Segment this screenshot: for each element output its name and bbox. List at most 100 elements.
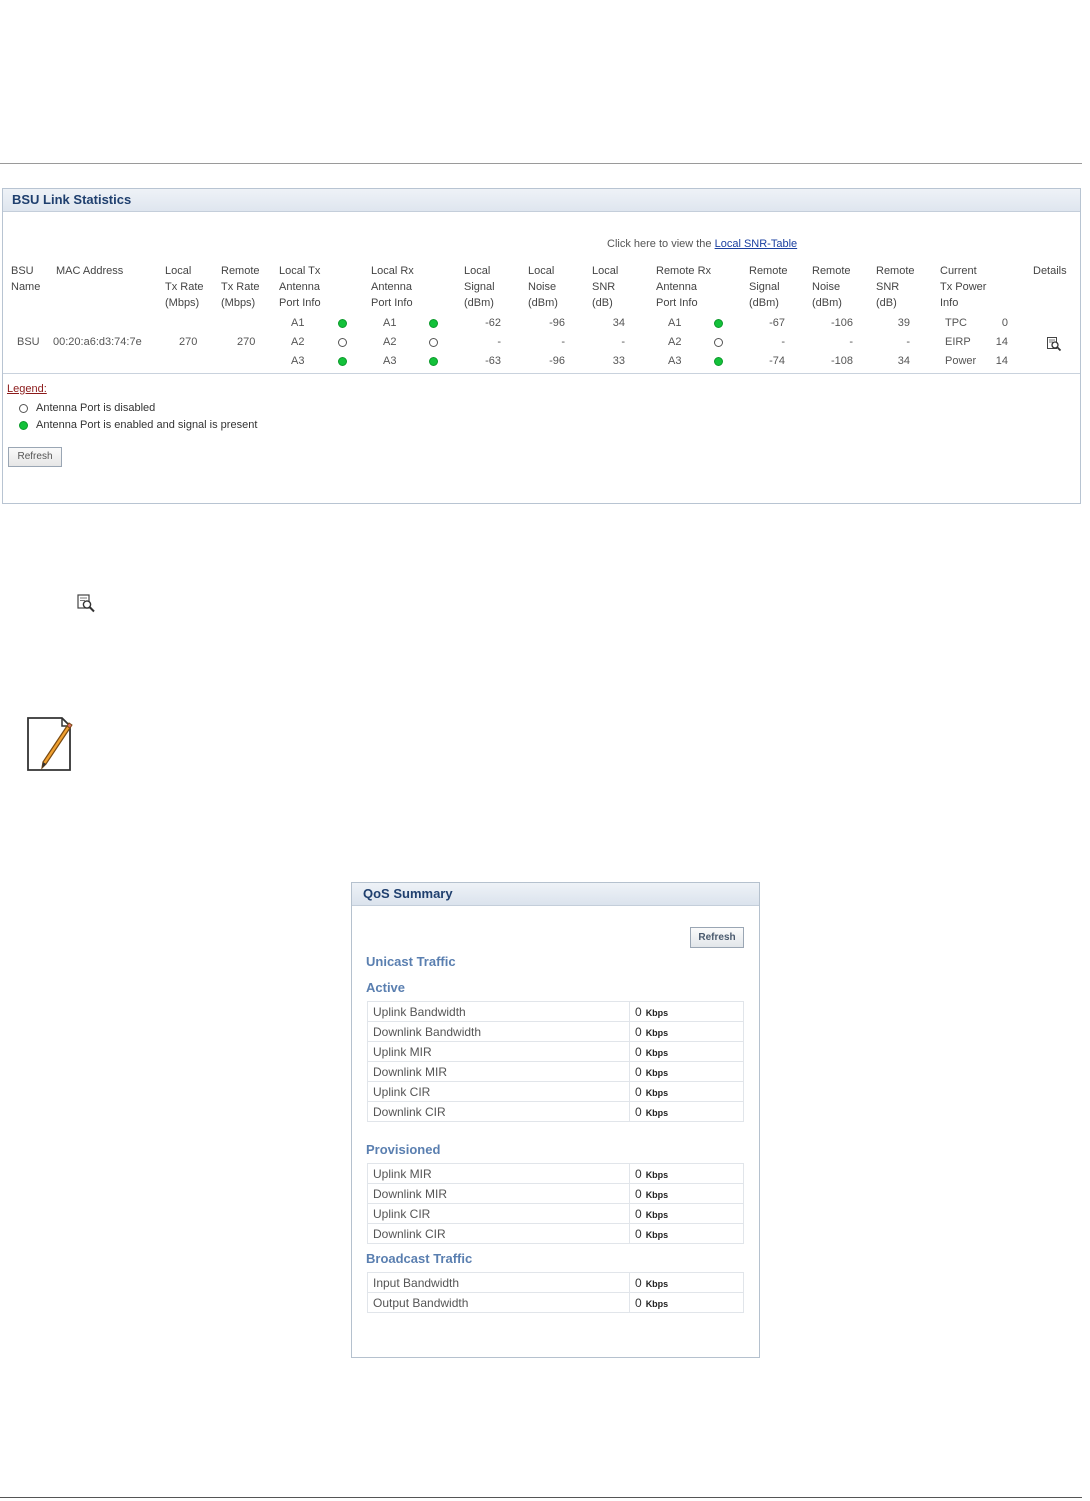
unit-label: Kbps [645, 1278, 669, 1289]
remote-signal: - [781, 336, 785, 348]
tx-power-label: Power [945, 355, 977, 367]
legend-divider [3, 373, 1080, 374]
metric-value: 0 Kbps [629, 1041, 744, 1062]
metric-value: 0 Kbps [629, 1001, 744, 1022]
tx-power-label: EIRP [945, 336, 971, 348]
tx-power-value: 14 [995, 336, 1008, 348]
metric-value: 0 Kbps [629, 1061, 744, 1082]
table-row: Downlink MIR 0 Kbps [367, 1061, 744, 1082]
unit-label: Kbps [645, 1189, 669, 1200]
remote-signal: -67 [769, 317, 785, 329]
snr-table-hint: Click here to view the Local SNR-Table [607, 238, 798, 250]
column-header: Local SNR (dB) [592, 265, 619, 309]
column-header: Remote Signal (dBm) [749, 265, 788, 309]
local-signal: -63 [485, 355, 501, 367]
local-snr: 34 [612, 317, 625, 329]
remote-rx-port: A3 [668, 355, 682, 367]
metric-label: Downlink CIR [367, 1101, 630, 1122]
table-row: Uplink Bandwidth 0 Kbps [367, 1001, 744, 1022]
provisioned-heading: Provisioned [366, 1142, 441, 1157]
unit-label: Kbps [645, 1047, 669, 1058]
port-enabled-icon [429, 319, 438, 328]
column-header: BSU Name [11, 265, 41, 293]
tx-power-value: 14 [995, 355, 1008, 367]
metric-label: Uplink Bandwidth [367, 1001, 630, 1022]
remote-noise: -108 [830, 355, 853, 367]
table-row: Downlink CIR 0 Kbps [367, 1101, 744, 1122]
legend-disabled: Antenna Port is disabled [19, 402, 155, 414]
mac-address: 00:20:a6:d3:74:7e [53, 336, 142, 348]
legend-title: Legend: [7, 383, 47, 395]
broadcast-traffic-heading: Broadcast Traffic [366, 1251, 473, 1266]
column-header: Details [1033, 265, 1067, 277]
port-disabled-icon [19, 403, 28, 413]
local-noise: -96 [549, 355, 565, 367]
local-tx-port: A3 [291, 355, 305, 367]
provisioned-table: Uplink MIR 0 Kbps Downlink MIR 0 Kbps Uplink C… [367, 1163, 744, 1244]
local-snr: - [621, 336, 625, 348]
remote-rx-port: A1 [668, 317, 682, 329]
remote-snr: 34 [897, 355, 910, 367]
metric-label: Uplink CIR [367, 1203, 630, 1224]
unicast-traffic-heading: Unicast Traffic [366, 954, 456, 969]
column-header: Current Tx Power Info [940, 265, 987, 309]
bsu-name: BSU [17, 336, 40, 348]
remote-noise: - [849, 336, 853, 348]
local-snr-table-link[interactable]: Local SNR-Table [715, 238, 798, 250]
column-header: Local Tx Rate (Mbps) [165, 265, 204, 309]
refresh-button[interactable]: Refresh [8, 447, 62, 467]
port-enabled-icon [429, 357, 438, 366]
active-table: Uplink Bandwidth 0 Kbps Downlink Bandwidth 0… [367, 1001, 744, 1122]
port-enabled-icon [714, 319, 723, 328]
port-enabled-icon [19, 420, 28, 430]
port-disabled-icon [714, 338, 723, 347]
remote-noise: -106 [830, 317, 853, 329]
local-tx-rate: 270 [179, 336, 198, 348]
metric-label: Uplink CIR [367, 1081, 630, 1102]
column-header: Remote Noise (dBm) [812, 265, 851, 309]
metric-value: 0 Kbps [629, 1163, 744, 1184]
metric-value: 0 Kbps [629, 1183, 744, 1204]
panel-title: BSU Link Statistics [3, 189, 1080, 212]
metric-label: Uplink MIR [367, 1163, 630, 1184]
unit-label: Kbps [645, 1007, 669, 1018]
port-enabled-icon [338, 357, 347, 366]
unit-label: Kbps [645, 1107, 669, 1118]
local-tx-port: A2 [291, 336, 305, 348]
local-noise: -96 [549, 317, 565, 329]
tx-power-label: TPC [945, 317, 967, 329]
active-heading: Active [366, 980, 406, 995]
local-rx-port: A3 [383, 355, 397, 367]
unit-label: Kbps [645, 1067, 669, 1078]
column-header: Remote SNR (dB) [876, 265, 915, 309]
bsu-link-statistics-panel: BSU Link Statistics Click here to view t… [2, 188, 1081, 504]
legend-enabled: Antenna Port is enabled and signal is pr… [19, 419, 257, 431]
table-row: Uplink CIR 0 Kbps [367, 1203, 744, 1224]
metric-label: Downlink Bandwidth [367, 1021, 630, 1042]
metric-value: 0 Kbps [629, 1021, 744, 1042]
tx-power-value: 0 [1001, 317, 1008, 329]
table-row: Downlink Bandwidth 0 Kbps [367, 1021, 744, 1042]
port-enabled-icon [338, 319, 347, 328]
column-header: Local Rx Antenna Port Info [371, 265, 414, 309]
magnifier-document-icon[interactable] [1046, 336, 1062, 352]
unit-label: Kbps [645, 1087, 669, 1098]
metric-label: Downlink MIR [367, 1183, 630, 1204]
local-noise: - [561, 336, 565, 348]
local-snr: 33 [612, 355, 625, 367]
metric-label: Uplink MIR [367, 1041, 630, 1062]
table-row: Input Bandwidth 0 Kbps [367, 1272, 744, 1293]
column-header: Local Noise (dBm) [528, 265, 558, 309]
metric-label: Input Bandwidth [367, 1272, 630, 1293]
port-disabled-icon [429, 338, 438, 347]
table-row: Downlink CIR 0 Kbps [367, 1223, 744, 1244]
column-header: Remote Tx Rate (Mbps) [221, 265, 260, 309]
column-header: Local Signal (dBm) [464, 265, 495, 309]
qos-refresh-button[interactable]: Refresh [690, 927, 744, 948]
metric-label: Downlink CIR [367, 1223, 630, 1244]
local-tx-port: A1 [291, 317, 305, 329]
metric-value: 0 Kbps [629, 1203, 744, 1224]
metric-value: 0 Kbps [629, 1272, 744, 1293]
metric-value: 0 Kbps [629, 1081, 744, 1102]
remote-signal: -74 [769, 355, 785, 367]
